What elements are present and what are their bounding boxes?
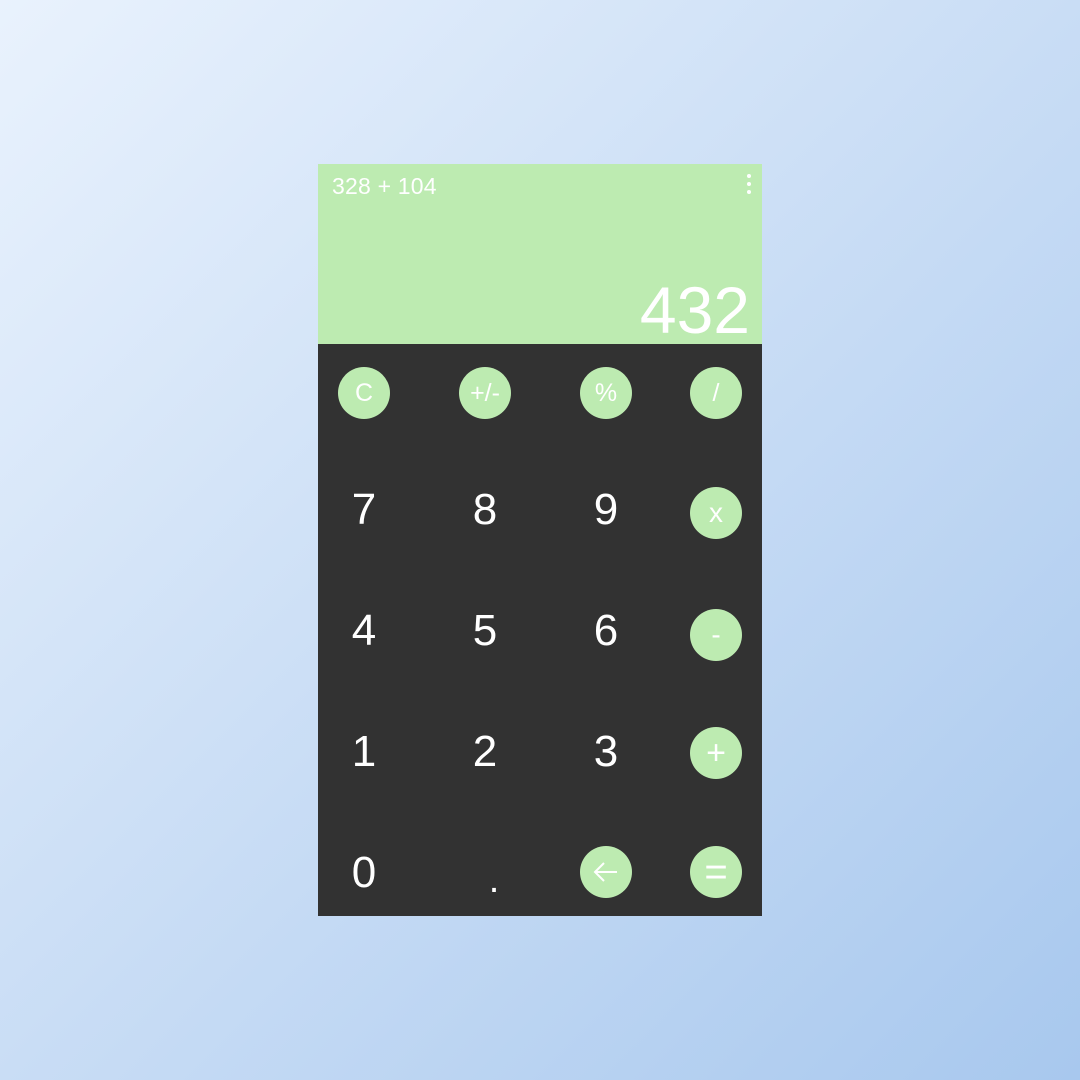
digit-0-button[interactable]: 0 xyxy=(324,833,404,913)
sign-toggle-button[interactable]: +/- xyxy=(459,367,511,419)
digit-4-label: 4 xyxy=(351,606,377,655)
digit-5-label: 5 xyxy=(472,606,498,655)
digit-5-button[interactable]: 5 xyxy=(445,591,525,671)
result-text: 432 xyxy=(639,273,750,347)
add-label: + xyxy=(706,733,726,772)
digit-7-label: 7 xyxy=(351,485,377,534)
percent-button[interactable]: % xyxy=(580,367,632,419)
calculator: 328 + 104 432 C +/- % / 7 8 9 x 4 5 6 - … xyxy=(318,164,762,916)
digit-2-label: 2 xyxy=(472,727,498,776)
decimal-label: . xyxy=(488,858,500,901)
digit-9-button[interactable]: 9 xyxy=(566,470,646,550)
equals-label: = xyxy=(704,849,728,894)
divide-label: / xyxy=(712,378,720,407)
expression-text: 328 + 104 xyxy=(332,173,437,199)
digit-2-button[interactable]: 2 xyxy=(445,712,525,792)
digit-6-label: 6 xyxy=(593,606,619,655)
digit-1-button[interactable]: 1 xyxy=(324,712,404,792)
digit-1-label: 1 xyxy=(351,727,377,776)
digit-3-button[interactable]: 3 xyxy=(566,712,646,792)
backspace-button[interactable] xyxy=(580,846,632,898)
add-button[interactable]: + xyxy=(690,727,742,779)
display-panel: 328 + 104 432 xyxy=(318,164,762,347)
percent-label: % xyxy=(594,378,618,407)
digit-6-button[interactable]: 6 xyxy=(566,591,646,671)
subtract-button[interactable]: - xyxy=(690,609,742,661)
digit-8-button[interactable]: 8 xyxy=(445,470,525,550)
digit-0-label: 0 xyxy=(351,848,377,897)
digit-9-label: 9 xyxy=(593,485,619,534)
decimal-button[interactable]: . xyxy=(454,840,534,920)
clear-button[interactable]: C xyxy=(338,367,390,419)
digit-7-button[interactable]: 7 xyxy=(324,470,404,550)
clear-label: C xyxy=(354,378,374,407)
multiply-button[interactable]: x xyxy=(690,487,742,539)
digit-3-label: 3 xyxy=(593,727,619,776)
arrow-left-icon xyxy=(593,862,617,882)
sign-toggle-label: +/- xyxy=(470,378,500,407)
digit-8-label: 8 xyxy=(472,485,498,534)
equals-button[interactable]: = xyxy=(690,846,742,898)
subtract-label: - xyxy=(711,619,721,650)
multiply-label: x xyxy=(709,497,723,528)
divide-button[interactable]: / xyxy=(690,367,742,419)
more-vertical-icon[interactable] xyxy=(742,172,756,196)
digit-4-button[interactable]: 4 xyxy=(324,591,404,671)
